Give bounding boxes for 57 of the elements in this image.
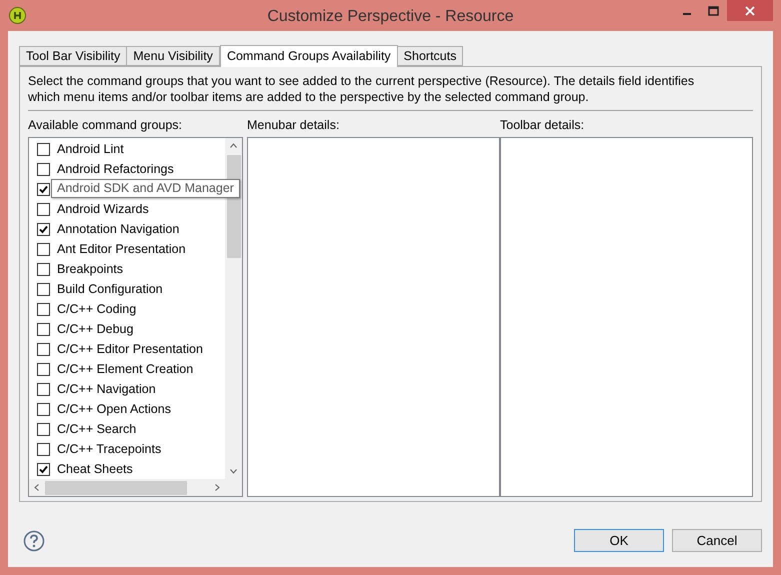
list-item[interactable]: C/C++ Open Actions	[57, 400, 171, 418]
list-item[interactable]: C/C++ Search	[57, 420, 136, 438]
help-icon[interactable]	[23, 530, 45, 552]
tab[interactable]: Menu Visibility	[126, 46, 220, 66]
close-button[interactable]	[727, 0, 773, 21]
checkbox[interactable]	[37, 422, 50, 436]
list-item[interactable]: Android Lint	[57, 140, 124, 158]
column-label: Toolbar details:	[500, 117, 586, 134]
dialog-button[interactable]: OK	[574, 529, 664, 552]
column-label: Menubar details:	[247, 117, 340, 134]
list-item[interactable]: C/C++ Coding	[57, 300, 136, 318]
tab[interactable]: Shortcuts	[396, 46, 464, 66]
list-item[interactable]: Android Wizards	[57, 200, 149, 218]
tab[interactable]: Tool Bar Visibility	[19, 46, 128, 66]
scroll-left-icon[interactable]	[34, 484, 39, 491]
window-title: Customize Perspective - Resource	[267, 7, 514, 27]
dialog-button[interactable]: Cancel	[672, 529, 762, 552]
tooltip: Android SDK and AVD Manager	[51, 179, 240, 198]
checkbox[interactable]	[37, 242, 50, 256]
minimize-icon	[682, 13, 690, 15]
list-item[interactable]: C/C++ Element Creation	[57, 360, 194, 378]
checkbox[interactable]	[37, 162, 50, 176]
scroll-up-icon[interactable]	[230, 143, 237, 148]
checkbox[interactable]	[37, 462, 50, 476]
checkbox[interactable]	[37, 202, 50, 216]
list-item[interactable]: Ant Editor Presentation	[57, 240, 186, 258]
checkbox[interactable]	[37, 182, 50, 196]
checkbox[interactable]	[37, 402, 50, 416]
list-item[interactable]: C/C++ Navigation	[57, 380, 156, 398]
scroll-down-icon[interactable]	[230, 469, 237, 474]
checkbox[interactable]	[37, 322, 50, 336]
maximize-icon	[708, 6, 719, 16]
checkbox[interactable]	[37, 282, 50, 296]
horizontal-scrollbar[interactable]	[29, 479, 242, 496]
checkbox[interactable]	[37, 382, 50, 396]
checkbox[interactable]	[37, 142, 50, 156]
list-item[interactable]: C/C++ Editor Presentation	[57, 340, 203, 358]
checkbox[interactable]	[37, 342, 50, 356]
scrollbar-thumb[interactable]	[45, 480, 187, 494]
list-item[interactable]: Build Configuration	[57, 280, 163, 298]
list-item[interactable]: Breakpoints	[57, 260, 124, 278]
app-icon	[9, 7, 26, 24]
checkbox[interactable]	[37, 362, 50, 376]
list-item[interactable]: C/C++ Tracepoints	[57, 440, 162, 458]
description-text: Select the command groups that you want to see added to the current perspective (Resource). The details field identifies which menu items and/or toolbar items are added to the perspective by the selected command group.	[28, 73, 696, 105]
checkbox[interactable]	[37, 442, 50, 456]
list-item[interactable]: Annotation Navigation	[57, 220, 180, 238]
checkbox[interactable]	[37, 262, 50, 276]
tab[interactable]: Command Groups Availability	[220, 45, 398, 67]
close-icon	[745, 6, 755, 16]
column-label: Available command groups:	[28, 117, 184, 134]
list-item[interactable]: C/C++ Debug	[57, 320, 134, 338]
checkbox[interactable]	[37, 222, 50, 236]
checkbox[interactable]	[37, 302, 50, 316]
list-item[interactable]: Android Refactorings	[57, 160, 174, 178]
scroll-right-icon[interactable]	[215, 484, 220, 491]
list-item[interactable]: Cheat Sheets	[57, 460, 133, 478]
